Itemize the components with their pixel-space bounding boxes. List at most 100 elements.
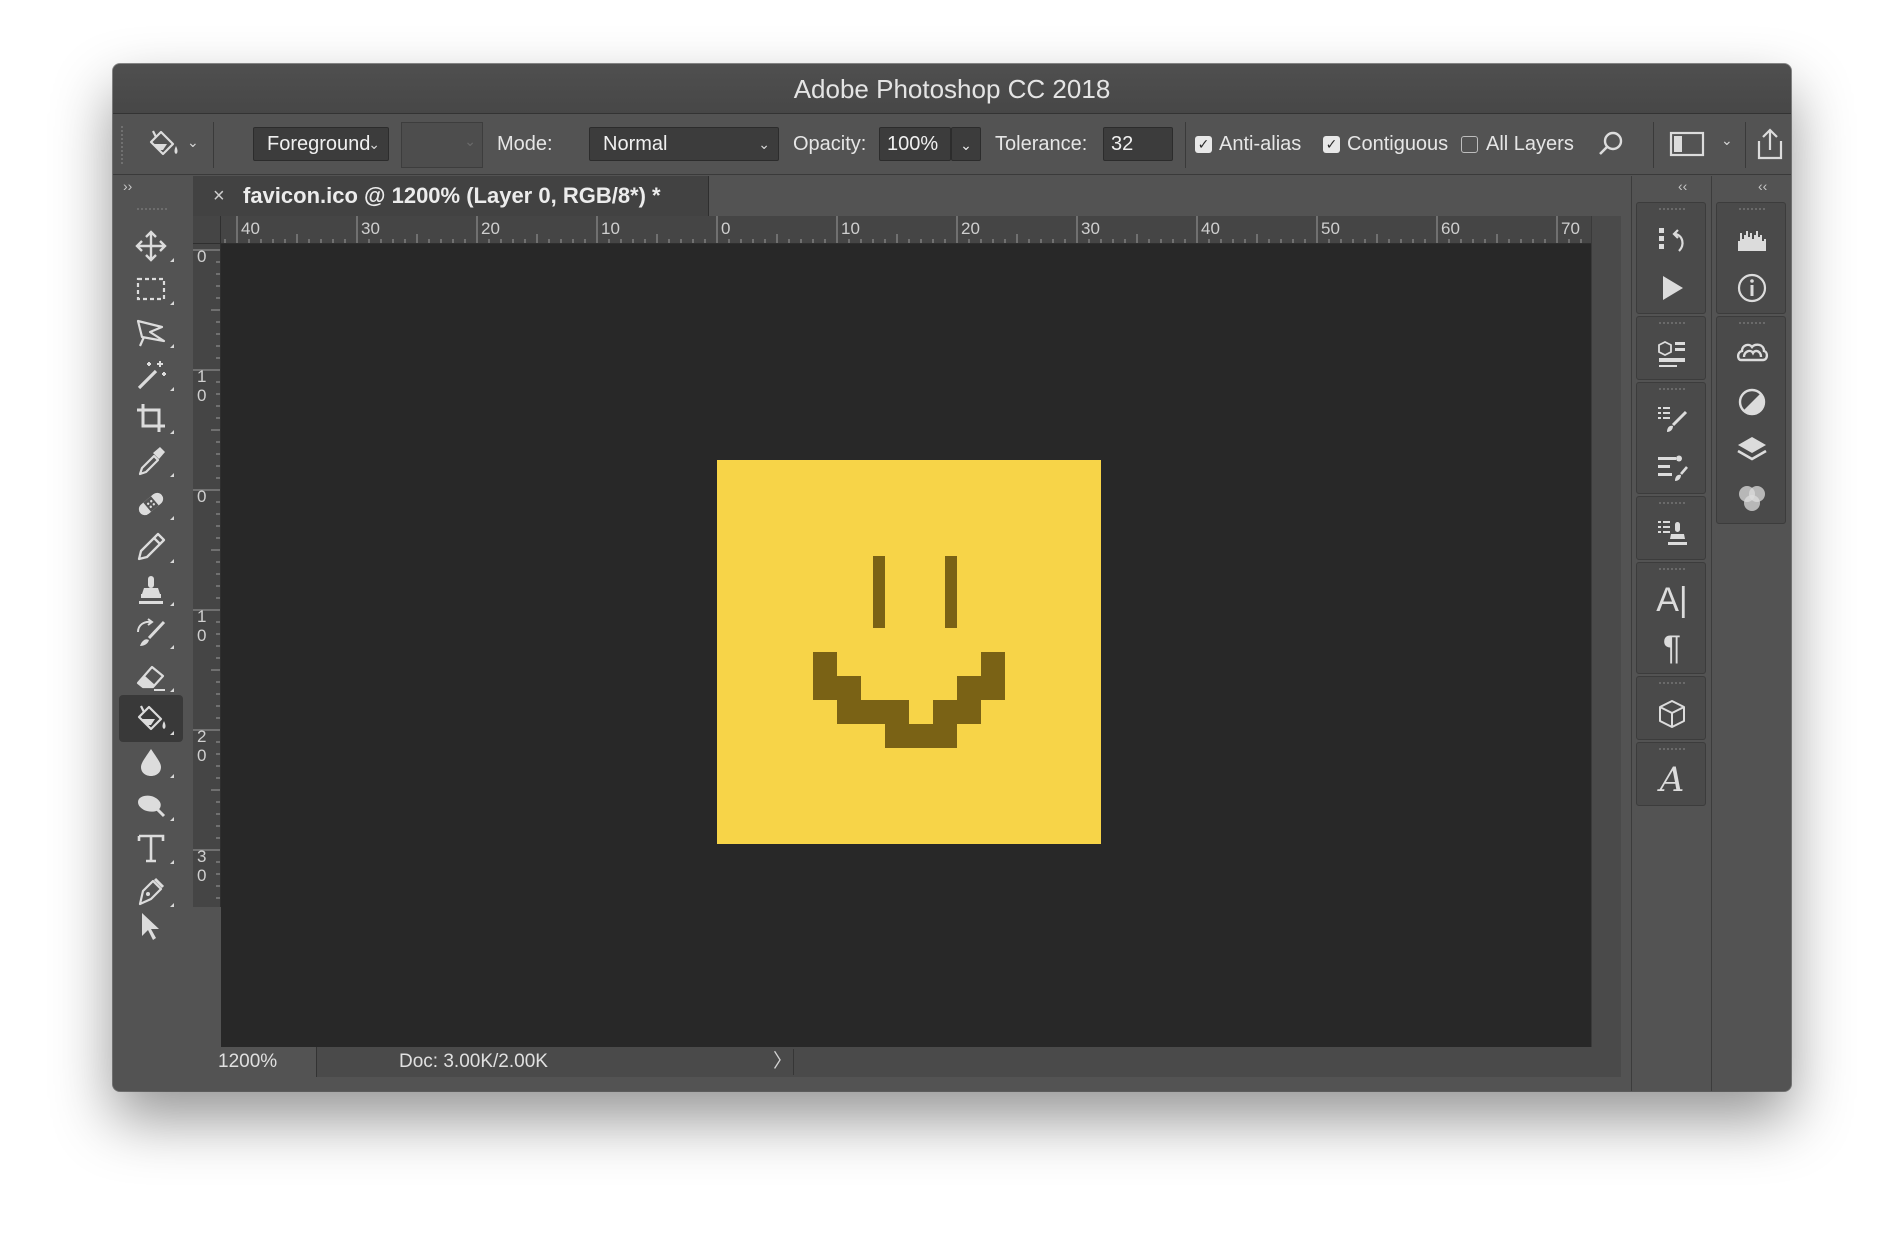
clone-source-panel-button[interactable]: [1637, 511, 1707, 557]
paint-bucket-tool[interactable]: [119, 695, 183, 742]
adjustments-panel-button[interactable]: [1717, 379, 1787, 425]
blur-tool[interactable]: [119, 738, 183, 785]
options-bar: ⌄ Foreground ⌄ ⌄ Mode: Normal ⌄ Opacity:…: [113, 114, 1791, 175]
ruler-label: 20: [961, 219, 980, 238]
smiley-mouth-pixel: [837, 700, 861, 724]
ruler-label: 50: [1321, 219, 1340, 238]
smiley-mouth-pixel: [957, 700, 981, 724]
ruler-origin[interactable]: [193, 216, 221, 244]
eyedropper-tool[interactable]: [119, 437, 183, 484]
properties-3d-panel-button[interactable]: [1637, 331, 1707, 377]
chevron-down-icon: ⌄: [368, 136, 380, 152]
history-panel-button[interactable]: [1637, 217, 1707, 263]
channels-panel-button[interactable]: [1717, 475, 1787, 521]
window-title: Adobe Photoshop CC 2018: [793, 74, 1111, 104]
healing-brush-tool[interactable]: [119, 480, 183, 527]
double-chevron-left-icon[interactable]: ‹‹: [1678, 178, 1687, 194]
search-icon[interactable]: [1595, 128, 1627, 160]
doc-size-info[interactable]: Doc: 3.00K/2.00K: [399, 1047, 548, 1077]
opacity-field[interactable]: 100%: [879, 127, 951, 161]
arrow-cursor-icon: [142, 913, 159, 940]
pencil-tool[interactable]: [119, 523, 183, 570]
histogram-panel-button[interactable]: [1717, 217, 1787, 263]
chevron-down-icon: ⌄: [960, 137, 972, 153]
double-chevron-left-icon[interactable]: ‹‹: [1758, 178, 1767, 194]
ruler-label: 30: [1081, 219, 1100, 238]
panel-dock-column-1: ‹‹ A| ¶ A: [1631, 176, 1711, 1091]
tool-flyout-indicator: [170, 516, 174, 520]
actions-play-panel-button[interactable]: [1637, 265, 1707, 311]
move-tool[interactable]: [119, 222, 183, 269]
panel-group-grip[interactable]: [1739, 322, 1765, 328]
panel-group-grip[interactable]: [1659, 748, 1685, 754]
eraser-tool[interactable]: [119, 652, 183, 699]
contiguous-checkbox[interactable]: ✓: [1323, 136, 1340, 153]
tool-preset-picker[interactable]: ⌄: [145, 127, 199, 163]
info-panel-button[interactable]: [1717, 265, 1787, 311]
panel-group-grip[interactable]: [1659, 208, 1685, 214]
brush-settings-panel-button[interactable]: [1637, 445, 1707, 491]
vertical-scrollbar[interactable]: [1591, 216, 1621, 1047]
panel-group-grip[interactable]: [1659, 568, 1685, 574]
panel-group-grip[interactable]: [1659, 388, 1685, 394]
document-tab[interactable]: × favicon.ico @ 1200% (Layer 0, RGB/8*) …: [193, 176, 709, 216]
ruler-label: 10: [841, 219, 860, 238]
3d-cube-panel-button[interactable]: [1637, 691, 1707, 737]
opacity-dropdown-button[interactable]: ⌄: [951, 127, 981, 161]
tolerance-label: Tolerance:: [995, 133, 1088, 155]
anti-alias-label[interactable]: Anti-alias: [1219, 127, 1301, 161]
tools-panel-grip[interactable]: [137, 208, 167, 214]
panel-group-grip[interactable]: [1739, 208, 1765, 214]
fill-source-dropdown[interactable]: Foreground ⌄: [253, 127, 389, 161]
anti-alias-checkbox[interactable]: ✓: [1195, 136, 1212, 153]
brush-presets-icon: [1658, 407, 1688, 432]
pen-tool[interactable]: [119, 867, 183, 914]
close-tab-icon[interactable]: ×: [213, 176, 225, 216]
tool-flyout-indicator: [170, 559, 174, 563]
vertical-ruler[interactable]: 010010203040: [193, 244, 221, 907]
type-tool[interactable]: [119, 824, 183, 871]
favicon-background: [717, 460, 1101, 844]
tool-flyout-indicator: [170, 387, 174, 391]
brush-presets-panel-button[interactable]: [1637, 397, 1707, 443]
status-menu-arrow[interactable]: 〉: [773, 1047, 792, 1077]
options-bar-grip[interactable]: [121, 126, 125, 164]
rectangular-marquee-tool[interactable]: [119, 265, 183, 312]
glyphs-panel-button[interactable]: A: [1637, 757, 1707, 803]
zoom-level-field[interactable]: 1200%: [193, 1047, 317, 1077]
divider: [1745, 122, 1746, 168]
path-selection-tool[interactable]: [119, 910, 183, 944]
smiley-mouth-pixel: [885, 724, 909, 748]
double-chevron-right-icon[interactable]: ››: [123, 178, 132, 194]
divider: [793, 1049, 794, 1075]
magic-wand-tool[interactable]: [119, 351, 183, 398]
layers-panel-button[interactable]: [1717, 427, 1787, 473]
panel-group-grip[interactable]: [1659, 682, 1685, 688]
tolerance-field[interactable]: 32: [1103, 127, 1173, 161]
history-brush-tool[interactable]: [119, 609, 183, 656]
horizontal-ruler[interactable]: 40 30 20 10 0 10 20 30 40 50 60 70: [221, 216, 1591, 244]
contiguous-label[interactable]: Contiguous: [1347, 127, 1448, 161]
mode-dropdown[interactable]: Normal ⌄: [589, 127, 779, 161]
character-panel-button[interactable]: A|: [1637, 577, 1707, 623]
canvas-area[interactable]: [221, 244, 1591, 1047]
dodge-tool[interactable]: [119, 781, 183, 828]
all-layers-label[interactable]: All Layers: [1486, 127, 1574, 161]
chevron-down-icon: ⌄: [464, 133, 476, 149]
panel-group-grip[interactable]: [1659, 502, 1685, 508]
tool-flyout-indicator: [170, 258, 174, 262]
crop-tool[interactable]: [119, 394, 183, 441]
share-icon[interactable]: [1753, 126, 1787, 162]
panel-group-grip[interactable]: [1659, 322, 1685, 328]
smiley-mouth-pixel: [813, 652, 837, 676]
all-layers-checkbox[interactable]: [1461, 136, 1478, 153]
ruler-label: 70: [1561, 219, 1580, 238]
lasso-tool[interactable]: [119, 308, 183, 355]
smiley-artwork[interactable]: [717, 460, 1101, 844]
smiley-right-eye-pixel: [945, 580, 957, 604]
clone-stamp-tool[interactable]: [119, 566, 183, 613]
libraries-panel-button[interactable]: [1717, 331, 1787, 377]
workspace-switcher[interactable]: ⌄: [1669, 130, 1739, 160]
paragraph-panel-button[interactable]: ¶: [1637, 625, 1707, 671]
pattern-picker[interactable]: ⌄: [401, 122, 483, 168]
